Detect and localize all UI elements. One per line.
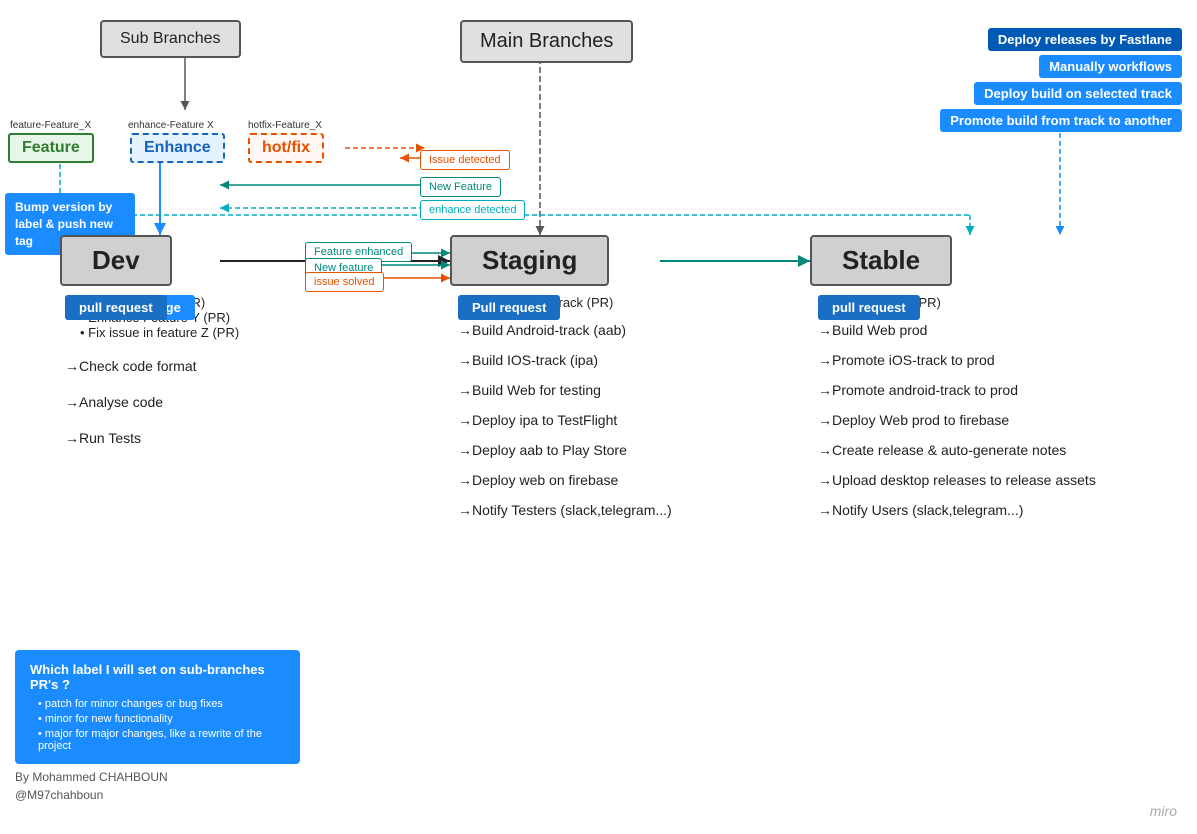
stable-action-7: →Notify Users (slack,telegram...)	[818, 502, 1096, 518]
dev-action-1: →Check code format	[65, 358, 239, 374]
staging-branch-box: Staging	[450, 235, 609, 286]
miro-badge: miro	[1150, 803, 1177, 819]
stable-action-3: →Promote android-track to prod	[818, 382, 1096, 398]
info-bullet-2: • minor for new functionality	[38, 713, 285, 725]
dev-pull-request-box: pull request	[65, 295, 167, 320]
stable-section-content: Merge pull request • Version *.*.* (PR) …	[818, 295, 1096, 518]
staging-action-3: →Build Web for testing	[458, 382, 672, 398]
action-manual: Manually workflows	[1039, 55, 1182, 78]
dev-section-content: Squash & Merge pull request • New Featur…	[65, 295, 239, 446]
sub-branches-box: Sub Branches	[100, 20, 241, 58]
staging-action-1: →Build Android-track (aab)	[458, 322, 672, 338]
diagram-container: Sub Branches Main Branches feature-Featu…	[0, 0, 1197, 834]
info-box: Which label I will set on sub-branches P…	[15, 650, 300, 764]
enhance-box: Enhance	[130, 133, 225, 163]
credit-line1: By Mohammed CHAHBOUN	[15, 768, 168, 786]
staging-action-5: →Deploy aab to Play Store	[458, 442, 672, 458]
enhance-label: enhance-Feature X	[128, 120, 214, 131]
issue-solved-box: issue solved	[305, 272, 384, 292]
stable-branch-box: Stable	[810, 235, 952, 286]
dev-action-3: →Run Tests	[65, 430, 239, 446]
stable-actions: →Build Web prod →Promote iOS-track to pr…	[818, 322, 1096, 518]
new-feature-flow-box: New Feature	[420, 177, 501, 197]
info-box-title: Which label I will set on sub-branches P…	[30, 662, 285, 692]
staging-pull-request-box: Pull request	[458, 295, 560, 320]
issue-detected-box: Issue detected	[420, 150, 510, 170]
dev-branch-box: Dev	[60, 235, 172, 286]
staging-action-4: →Deploy ipa to TestFlight	[458, 412, 672, 428]
hotfix-label: hotfix-Feature_X	[248, 120, 322, 131]
info-bullet-1: • patch for minor changes or bug fixes	[38, 698, 285, 710]
action-deploy-track: Deploy build on selected track	[974, 82, 1182, 105]
sub-branches-label: Sub Branches	[120, 30, 221, 47]
stable-pull-request-box: pull request	[818, 295, 920, 320]
dev-bullet-3: • Fix issue in feature Z (PR)	[80, 325, 239, 340]
main-branches-box: Main Branches	[460, 20, 633, 63]
feature-box: Feature	[8, 133, 94, 163]
action-fastlane: Deploy releases by Fastlane	[988, 28, 1182, 51]
staging-action-2: →Build IOS-track (ipa)	[458, 352, 672, 368]
stable-action-6: →Upload desktop releases to release asse…	[818, 472, 1096, 488]
staging-actions: →Build Android-track (aab) →Build IOS-tr…	[458, 322, 672, 518]
stable-action-5: →Create release & auto-generate notes	[818, 442, 1096, 458]
stable-action-4: →Deploy Web prod to firebase	[818, 412, 1096, 428]
stable-action-2: →Promote iOS-track to prod	[818, 352, 1096, 368]
dev-actions: →Check code format →Analyse code →Run Te…	[65, 358, 239, 446]
main-branches-label: Main Branches	[480, 30, 613, 52]
staging-action-6: →Deploy web on firebase	[458, 472, 672, 488]
staging-section-content: Merge Pull request • Version *.*.*-track…	[458, 295, 672, 518]
dev-action-2: →Analyse code	[65, 394, 239, 410]
staging-action-7: →Notify Testers (slack,telegram...)	[458, 502, 672, 518]
enhance-detected-box: enhance detected	[420, 200, 525, 220]
action-promote: Promote build from track to another	[940, 109, 1182, 132]
feature-label: feature-Feature_X	[10, 120, 91, 131]
info-bullet-3: • major for major changes, like a rewrit…	[38, 728, 285, 752]
credit-line2: @M97chahboun	[15, 786, 168, 804]
credit: By Mohammed CHAHBOUN @M97chahboun	[15, 768, 168, 804]
stable-action-1: →Build Web prod	[818, 322, 1096, 338]
hotfix-box: hot/fix	[248, 133, 324, 163]
